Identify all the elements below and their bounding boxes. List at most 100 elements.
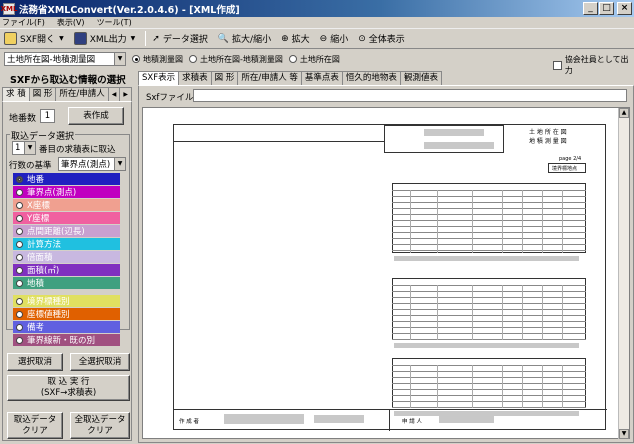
radio-dot — [16, 323, 23, 331]
table-make-button[interactable]: 表作成 — [68, 107, 124, 125]
scroll-down-icon[interactable]: ▼ — [619, 429, 629, 439]
table-col — [502, 190, 503, 253]
tab-figure[interactable]: 図 形 — [210, 71, 239, 85]
import-data-clear-button[interactable]: 取込データ クリア — [7, 412, 63, 439]
save-icon — [73, 32, 87, 45]
coordinate-table — [392, 183, 586, 253]
sxf-file-field[interactable] — [193, 89, 627, 102]
clear-selection-button[interactable]: 選択取消 — [7, 353, 63, 371]
table-col — [502, 285, 503, 340]
table-row — [392, 407, 586, 408]
tab-reference-points[interactable]: 基準点表 — [300, 71, 343, 85]
sheet-foot-left: 作 成 者 — [179, 419, 199, 425]
fit-all-button[interactable]: ⊙ 全体表示 — [358, 32, 405, 46]
left-tabs: 求 積 図 形 所在/申請人 ◀ ▶ — [2, 87, 133, 101]
sheet-foot-right: 申 請 人 — [402, 419, 422, 425]
table-row — [392, 327, 586, 328]
field-item[interactable]: 計算方法 — [13, 238, 120, 250]
toolbar-separator — [145, 31, 147, 46]
radio-shozai-chiseki[interactable]: 土地所在図-地積測量図 — [189, 54, 283, 65]
vertical-scrollbar[interactable]: ▲ ▼ — [618, 108, 629, 439]
table-row — [392, 401, 586, 402]
scroll-up-icon[interactable]: ▲ — [619, 108, 629, 118]
field-item[interactable]: 地番 — [13, 173, 120, 185]
minimize-button[interactable]: _ — [583, 2, 598, 15]
close-button[interactable]: × — [617, 2, 632, 15]
field-item[interactable]: 境界標種別 — [13, 295, 120, 307]
field-item[interactable]: 座標値種別 — [13, 308, 120, 320]
redacted-block — [424, 142, 494, 149]
clear-all-selection-button[interactable]: 全選択取消 — [70, 353, 130, 371]
table-row — [392, 339, 586, 340]
chiban-input[interactable]: 1 — [40, 109, 55, 123]
tab-shozai[interactable]: 所在/申請人 — [55, 87, 109, 101]
redacted-block — [224, 414, 304, 424]
radio-shozai[interactable]: 土地所在図 — [288, 54, 340, 65]
field-item[interactable]: 倍面積 — [13, 251, 120, 263]
table-col — [522, 285, 523, 340]
table-row — [392, 395, 586, 396]
field-item[interactable]: 備考 — [13, 321, 120, 333]
zoom-in-button[interactable]: ⊕ 拡大 — [281, 32, 310, 46]
folder-icon — [4, 32, 17, 45]
tab-location[interactable]: 所在/申請人 等 — [237, 71, 302, 85]
sheet-line — [174, 141, 384, 142]
all-import-data-clear-button[interactable]: 全取込データ クリア — [70, 412, 130, 439]
sheet-line — [174, 409, 607, 410]
field-item[interactable]: Y座標 — [13, 212, 120, 224]
table-row — [392, 232, 586, 233]
zoom-box-button[interactable]: 🔍 拡大/縮小 — [218, 32, 271, 46]
table-col — [562, 190, 563, 253]
tab-sxf-view[interactable]: SXF表示 — [138, 71, 180, 85]
menu-file[interactable]: ファイル(F) — [2, 17, 45, 28]
open-sxf-button[interactable]: SXF開く ▼ — [4, 32, 64, 45]
table-col — [472, 365, 473, 408]
zoom-out-icon: ⊖ — [319, 33, 328, 44]
field-item[interactable]: 筆界線新・既の別 — [13, 334, 120, 346]
radio-dot — [16, 201, 23, 209]
sheet-page: page 2/4 — [559, 156, 582, 162]
table-row — [392, 196, 586, 197]
radio-chiseki[interactable]: 地積測量図 — [132, 54, 183, 65]
tab-scroll-right-icon[interactable]: ▶ — [119, 87, 133, 101]
field-item[interactable]: 面積(㎡) — [13, 264, 120, 276]
menu-tools[interactable]: ツール(T) — [97, 17, 132, 28]
tab-permanent-features[interactable]: 恒久的地物表 — [341, 71, 401, 85]
table-col — [410, 285, 411, 340]
table-col — [522, 190, 523, 253]
table-col — [542, 365, 543, 408]
pointer-icon: ➚ — [152, 33, 160, 44]
map-type-select[interactable]: 土地所在図-地積測量図 ▼ — [4, 52, 126, 66]
tab-kyuseki-table[interactable]: 求積表 — [178, 71, 212, 85]
field-item[interactable]: 地積 — [13, 277, 120, 289]
xml-output-button[interactable]: XML出力 ▼ — [73, 32, 136, 45]
row-number-select[interactable]: 1 ▼ — [12, 141, 36, 155]
field-item[interactable]: X座標 — [13, 199, 120, 211]
zoom-out-button[interactable]: ⊖ 縮小 — [319, 32, 349, 46]
maximize-button[interactable]: □ — [599, 2, 614, 15]
radio-dot — [16, 297, 23, 305]
table-col — [562, 285, 563, 340]
field-item[interactable]: 筆界点(測点) — [13, 186, 120, 198]
chevron-down-icon[interactable]: ▼ — [59, 35, 64, 42]
tab-zukei[interactable]: 図 形 — [28, 87, 57, 101]
row-basis-select[interactable]: 筆界点(測点) ▼ — [58, 157, 126, 171]
drawing-viewer[interactable]: ▲ ▼ 土 地 所 在 図 地 積 測 量 図 page 2/4 境界標地点 作… — [142, 107, 630, 439]
drawing-sheet: 土 地 所 在 図 地 積 測 量 図 page 2/4 境界標地点 作 成 者… — [173, 124, 607, 431]
radio-dot — [288, 55, 297, 63]
data-select-button[interactable]: ➚ データ選択 — [152, 32, 208, 46]
table-row — [392, 371, 586, 372]
table-col — [542, 285, 543, 340]
radio-dot — [189, 55, 197, 63]
field-item[interactable]: 点間距離(辺長) — [13, 225, 120, 237]
chevron-down-icon[interactable]: ▼ — [131, 35, 136, 42]
table-col — [437, 365, 438, 408]
redacted-block — [394, 343, 579, 348]
table-col — [410, 190, 411, 253]
import-execute-button[interactable]: 取 込 実 行 (SXF→求積表) — [7, 375, 130, 401]
tab-kyuseki[interactable]: 求 積 — [2, 87, 30, 101]
menu-view[interactable]: 表示(V) — [57, 17, 85, 28]
tab-observations[interactable]: 観測値表 — [399, 71, 442, 85]
chevron-down-icon: ▼ — [114, 158, 125, 170]
fit-all-icon: ⊙ — [358, 33, 366, 44]
